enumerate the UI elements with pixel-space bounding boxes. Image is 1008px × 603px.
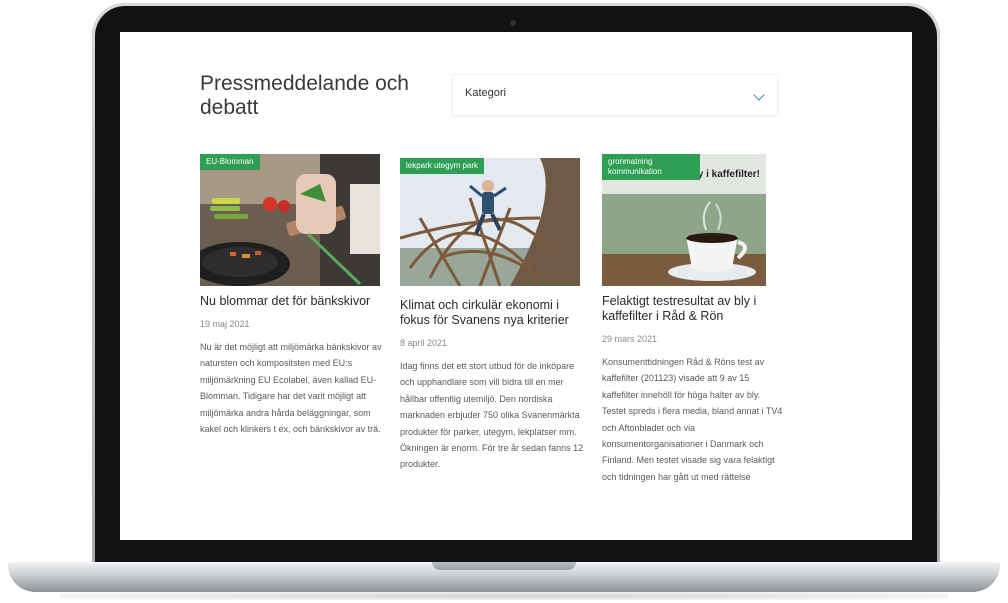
news-card-1[interactable]: EU-Blomman Nu blommar det för bänkskivor… [200, 154, 384, 437]
category-tag[interactable]: lekpark utegym park [400, 158, 485, 174]
card-excerpt: Idag finns det ett stort utbud för de in… [400, 361, 584, 470]
card-image[interactable]: ... n rättar ... bly i kaffefilter! gron… [602, 154, 766, 286]
card-excerpt: Konsumenttidningen Råd & Röns test av ka… [602, 357, 783, 482]
screen: Pressmeddelande och debatt Kategori EU-B… [120, 32, 912, 540]
card-date: 19 maj 2021 [200, 319, 250, 329]
category-tag[interactable]: gronmatning kommunikation [602, 154, 700, 180]
chevron-down-icon [753, 89, 765, 101]
kitchen-image [200, 154, 380, 286]
card-title[interactable]: Felaktigt testresultat av bly i kaffefil… [602, 294, 786, 324]
card-date: 29 mars 2021 [602, 334, 658, 344]
card-image[interactable]: lekpark utegym park [400, 158, 580, 290]
card-date: 8 april 2021 [400, 338, 448, 348]
laptop-base-notch [432, 562, 576, 570]
category-tag[interactable]: EU-Blomman [200, 154, 260, 170]
category-select[interactable]: Kategori [452, 74, 778, 116]
card-title[interactable]: Nu blommar det för bänkskivor [200, 294, 384, 309]
news-card-3[interactable]: ... n rättar ... bly i kaffefilter! gron… [602, 154, 786, 485]
page-title: Pressmeddelande och debatt [200, 72, 409, 119]
category-select-value: Kategori [465, 87, 506, 99]
card-excerpt: Nu är det möjligt att miljömärka bänkski… [200, 342, 382, 435]
card-title[interactable]: Klimat och cirkulär ekonomi i fokus för … [400, 298, 584, 328]
card-image[interactable]: EU-Blomman [200, 154, 380, 286]
laptop-shadow [60, 592, 948, 600]
playground-image [400, 158, 580, 286]
webcam-icon [510, 20, 516, 26]
news-card-2[interactable]: lekpark utegym park Klimat och cirkulär … [400, 154, 584, 473]
